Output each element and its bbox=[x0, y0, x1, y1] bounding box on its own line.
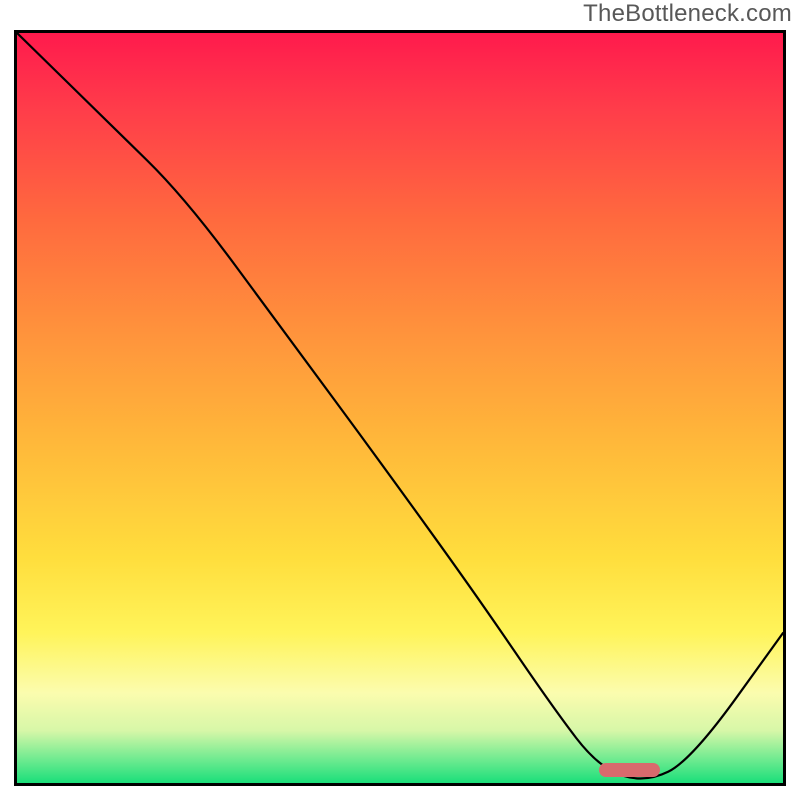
plot-area bbox=[14, 30, 786, 786]
curve-svg bbox=[17, 33, 783, 783]
watermark-text: TheBottleneck.com bbox=[583, 0, 792, 28]
bottleneck-curve-path bbox=[17, 33, 783, 779]
optimal-marker bbox=[599, 763, 660, 777]
chart-stage: TheBottleneck.com bbox=[0, 0, 800, 800]
